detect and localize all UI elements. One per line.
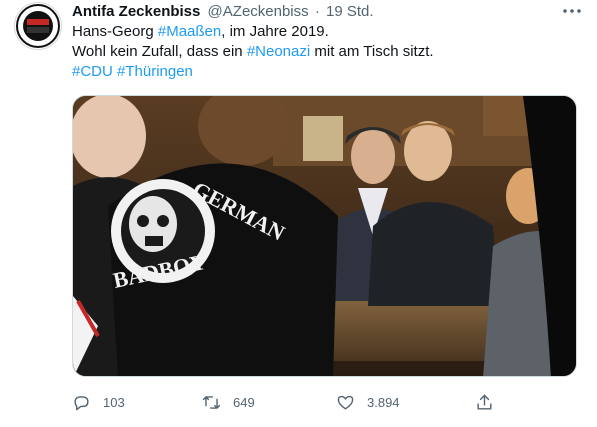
reply-icon bbox=[74, 395, 89, 410]
share-button[interactable] bbox=[475, 390, 506, 414]
tweet[interactable]: Antifa Zeckenbiss @AZeckenbiss · 19 Std.… bbox=[0, 0, 597, 427]
tweet-actions: 103 649 3.894 bbox=[72, 390, 577, 414]
antifa-logo-icon bbox=[16, 4, 60, 48]
author-name[interactable]: Antifa Zeckenbiss bbox=[72, 3, 200, 20]
more-icon[interactable] bbox=[560, 4, 584, 18]
tweet-line-1: Hans-Georg #Maaßen, im Jahre 2019. bbox=[72, 22, 577, 42]
avatar[interactable] bbox=[14, 2, 62, 50]
retweet-icon bbox=[202, 395, 221, 409]
tweet-line-2: Wohl kein Zufall, dass ein #Neonazi mit … bbox=[72, 42, 577, 62]
pub-scene-image: GERMAN BADBOY bbox=[73, 96, 576, 376]
like-button[interactable]: 3.894 bbox=[336, 390, 400, 414]
text-segment: , im Jahre 2019. bbox=[221, 23, 329, 40]
share-icon bbox=[477, 394, 492, 410]
tweet-photo[interactable]: GERMAN BADBOY bbox=[72, 95, 577, 377]
hashtag-thueringen[interactable]: #Thüringen bbox=[117, 63, 193, 80]
timestamp[interactable]: 19 Std. bbox=[326, 3, 374, 20]
reply-button[interactable]: 103 bbox=[72, 390, 125, 414]
like-count: 3.894 bbox=[367, 394, 400, 410]
reply-count: 103 bbox=[103, 394, 125, 410]
tweet-text: Hans-Georg #Maaßen, im Jahre 2019. Wohl … bbox=[72, 22, 577, 82]
like-icon bbox=[337, 395, 354, 410]
author-handle[interactable]: @AZeckenbiss bbox=[208, 3, 309, 20]
text-segment: Wohl kein Zufall, dass ein bbox=[72, 43, 247, 60]
retweet-count: 649 bbox=[233, 394, 255, 410]
tweet-header: Antifa Zeckenbiss @AZeckenbiss · 19 Std. bbox=[72, 2, 374, 21]
text-segment: Hans-Georg bbox=[72, 23, 158, 40]
hashtag-cdu[interactable]: #CDU bbox=[72, 63, 113, 80]
tweet-line-3: #CDU #Thüringen bbox=[72, 62, 577, 82]
hashtag-neonazi[interactable]: #Neonazi bbox=[247, 43, 310, 60]
hashtag-maassen[interactable]: #Maaßen bbox=[158, 23, 221, 40]
separator-dot: · bbox=[314, 3, 320, 20]
text-segment: mit am Tisch sitzt. bbox=[310, 43, 434, 60]
retweet-button[interactable]: 649 bbox=[202, 390, 255, 414]
